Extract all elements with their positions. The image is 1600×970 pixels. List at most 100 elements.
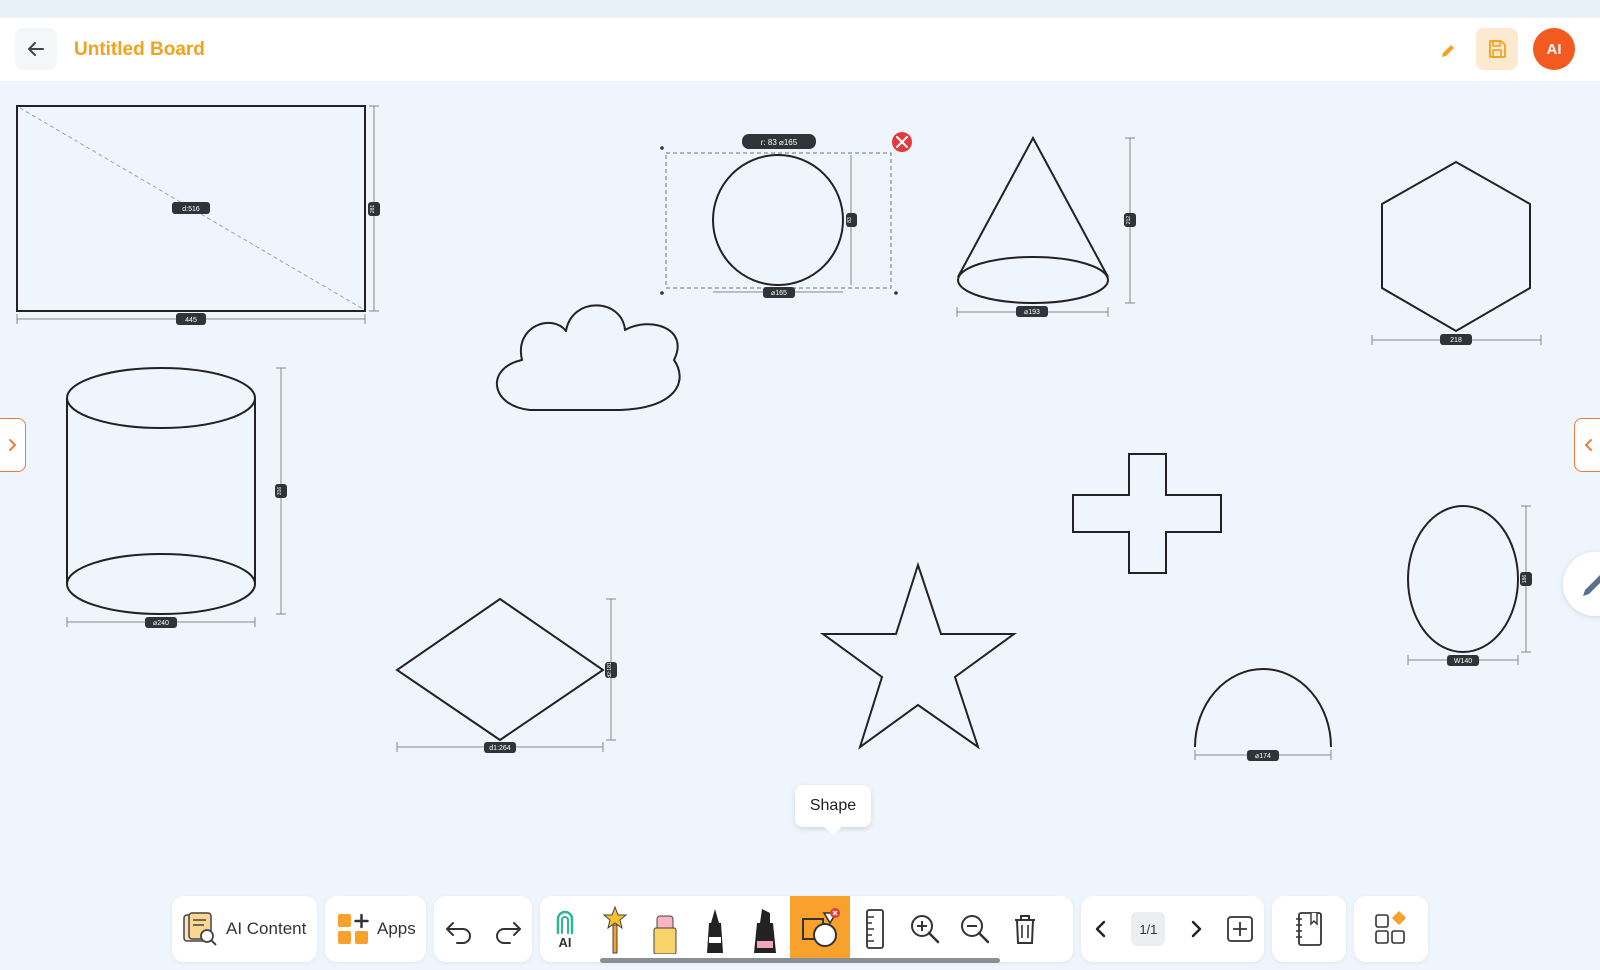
cone-height-line: 212	[1124, 137, 1136, 304]
ai-content-group: AI Content	[172, 896, 317, 962]
zoom-in-icon	[911, 915, 940, 944]
semicircle-shape[interactable]: ⌀174	[1194, 668, 1332, 761]
shapes-layer: d:516 445 281 r: 83 ⌀165 ⌀165 83 ⌀193 21…	[16, 105, 1542, 761]
ellipse-width-line: W140	[1407, 655, 1519, 666]
chevron-right-icon	[8, 439, 16, 451]
undo-icon	[445, 922, 471, 944]
eraser-icon	[653, 915, 677, 954]
height-dimension-line: 281	[368, 105, 380, 312]
ruler-button[interactable]	[850, 896, 900, 962]
chevron-left-icon	[1095, 920, 1106, 938]
apps-grid-icon	[338, 913, 369, 944]
magic-wand-button[interactable]	[590, 896, 640, 962]
page-indicator: 1/1	[1131, 912, 1166, 946]
apps-button[interactable]: Apps	[335, 911, 416, 947]
save-button[interactable]	[1476, 28, 1518, 70]
add-page-button[interactable]	[1226, 915, 1254, 943]
svg-text:d:516: d:516	[182, 206, 200, 213]
circle-height-line: 83	[846, 155, 857, 285]
zoom-out-icon	[961, 915, 990, 944]
pen-icon	[1583, 575, 1600, 596]
ellipse-shape[interactable]: W140 186	[1407, 505, 1532, 666]
svg-text:186: 186	[1522, 575, 1528, 584]
ai-tool-label: AI	[558, 935, 572, 950]
svg-text:83: 83	[847, 217, 853, 223]
circle-shape[interactable]: r: 83 ⌀165 ⌀165 83	[660, 134, 898, 298]
zoom-out-button[interactable]	[950, 896, 1000, 962]
drawing-tools-group: AI	[540, 896, 1073, 962]
width-dimension-line: 445	[16, 313, 366, 325]
cone-diameter-line: ⌀193	[956, 306, 1109, 317]
next-page-button[interactable]	[1186, 917, 1206, 941]
ellipse-height-line: 186	[1520, 505, 1532, 653]
ai-tool-button[interactable]: AI	[540, 896, 590, 962]
svg-text:218: 218	[1450, 337, 1462, 344]
user-avatar[interactable]: AI	[1533, 28, 1575, 70]
svg-text:d2:181: d2:181	[607, 662, 613, 678]
hexagon-width-line: 218	[1371, 334, 1542, 345]
svg-text:316: 316	[277, 487, 283, 496]
cylinder-height-line: 316	[275, 367, 287, 615]
chevron-right-icon	[1191, 920, 1201, 938]
add-page-icon	[1226, 916, 1253, 942]
diamond-height-line: d2:181	[605, 598, 617, 741]
delete-button[interactable]	[1000, 896, 1050, 962]
redo-button[interactable]	[492, 913, 524, 945]
eraser-button[interactable]	[640, 896, 690, 962]
previous-page-button[interactable]	[1091, 917, 1111, 941]
svg-text:445: 445	[185, 317, 197, 324]
back-arrow-icon	[28, 42, 44, 56]
svg-text:281: 281	[370, 205, 376, 214]
svg-text:212: 212	[1126, 216, 1132, 225]
cylinder-diameter-line: ⌀240	[66, 617, 256, 628]
page-navigation-group: 1/1	[1081, 896, 1264, 962]
widgets-group	[1354, 896, 1428, 962]
widgets-button[interactable]	[1373, 911, 1409, 947]
svg-text:r: 83 ⌀165: r: 83 ⌀165	[761, 138, 798, 147]
svg-text:⌀193: ⌀193	[1024, 309, 1040, 316]
right-panel-toggle[interactable]	[1574, 418, 1600, 472]
board-title[interactable]: Untitled Board	[74, 39, 205, 61]
ai-content-icon	[183, 912, 217, 946]
cloud-shape[interactable]	[495, 304, 681, 411]
marker-tool-button[interactable]	[740, 896, 790, 962]
widgets-icon	[1375, 911, 1406, 944]
pen-tool-icon	[707, 909, 723, 953]
apps-group: Apps	[325, 896, 426, 962]
svg-text:⌀174: ⌀174	[1255, 753, 1271, 760]
notebook-group	[1272, 896, 1346, 962]
whiteboard-canvas[interactable]: d:516 445 281 r: 83 ⌀165 ⌀165 83 ⌀193 21…	[0, 81, 1600, 970]
edit-title-button[interactable]	[1436, 39, 1460, 63]
left-panel-toggle[interactable]	[0, 418, 26, 472]
circle-diameter-line: ⌀165	[713, 287, 843, 298]
pen-tool-button[interactable]	[690, 896, 740, 962]
notebook-button[interactable]	[1293, 910, 1325, 948]
history-group	[434, 896, 532, 962]
delete-shape-button[interactable]	[892, 132, 912, 152]
trash-icon	[1015, 915, 1035, 944]
marker-icon	[754, 909, 776, 953]
shape-tool-icon	[802, 908, 840, 947]
cone-shape[interactable]: ⌀193 212	[956, 135, 1136, 317]
horizontal-scrollbar[interactable]	[600, 958, 1000, 963]
header-bar: Untitled Board AI	[0, 18, 1600, 81]
apps-label: Apps	[377, 919, 416, 938]
back-button[interactable]	[15, 28, 57, 70]
shape-tooltip: Shape	[795, 785, 871, 827]
diamond-shape[interactable]: d1:264 d2:181	[395, 597, 617, 753]
hexagon-shape[interactable]: 218	[1371, 160, 1542, 345]
cylinder-shape[interactable]: ⌀240 316	[66, 367, 287, 628]
ai-content-button[interactable]: AI Content	[180, 909, 306, 949]
undo-button[interactable]	[443, 913, 475, 945]
top-strip	[0, 0, 1600, 18]
chevron-left-icon	[1584, 439, 1592, 451]
ai-content-label: AI Content	[226, 919, 307, 938]
rectangle-shape[interactable]: d:516 445 281	[16, 105, 380, 325]
semicircle-diameter-line: ⌀174	[1194, 750, 1332, 761]
radius-info-pill: r: 83 ⌀165	[742, 134, 816, 149]
zoom-in-button[interactable]	[900, 896, 950, 962]
cross-shape[interactable]	[1072, 453, 1222, 574]
redo-icon	[495, 922, 521, 944]
shape-tool-button[interactable]	[790, 896, 850, 962]
star-shape[interactable]	[819, 561, 1018, 750]
